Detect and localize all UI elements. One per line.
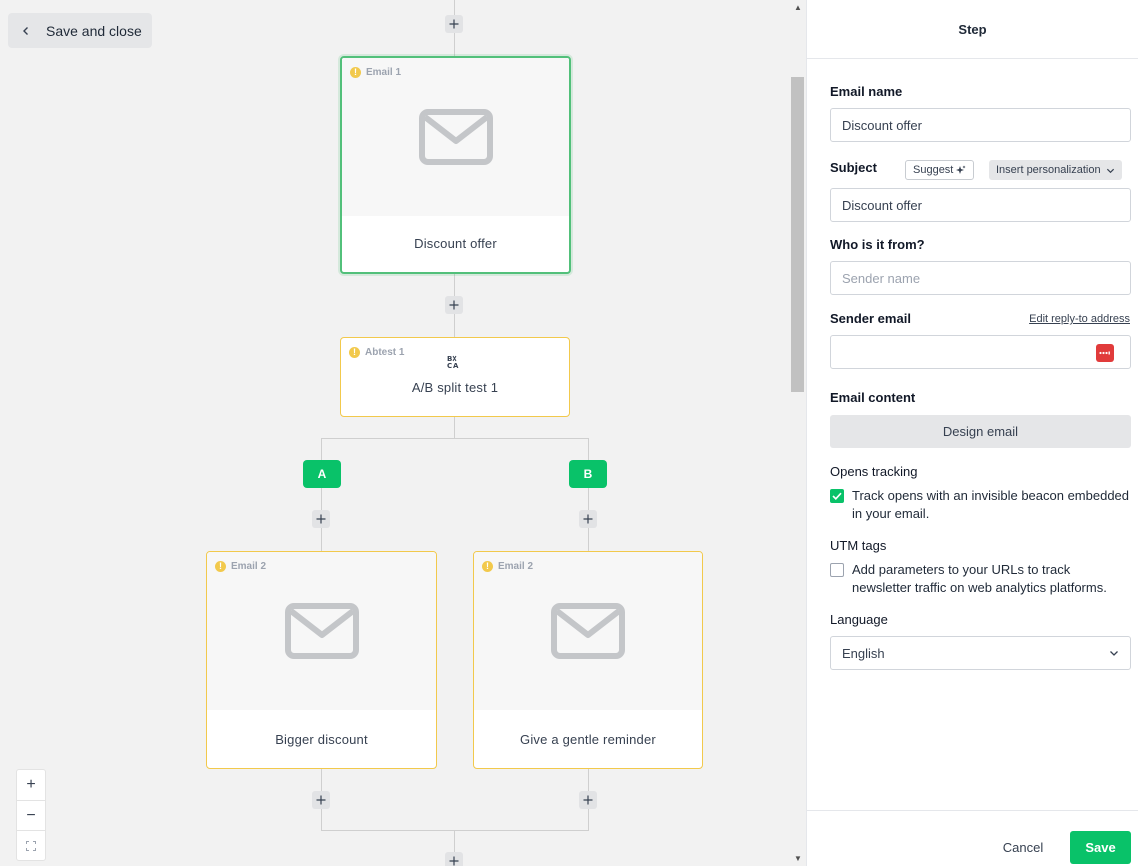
plus-icon	[316, 514, 326, 524]
plus-icon	[449, 19, 459, 29]
plus-icon	[449, 856, 459, 866]
step-settings-panel: Step Email name Discount offer Subject S…	[806, 0, 1138, 866]
checkmark-icon	[832, 492, 842, 500]
design-email-button[interactable]: Design email	[830, 415, 1131, 448]
warning-icon: !	[349, 347, 360, 358]
subject-input[interactable]: Discount offer	[830, 188, 1131, 222]
plus-icon	[583, 795, 593, 805]
utm-label: UTM tags	[830, 538, 887, 553]
flow-canvas[interactable]: Save and close ! Email 1 Discount offer …	[0, 0, 790, 866]
branch-a-badge[interactable]: A	[303, 460, 341, 488]
zoom-in-button[interactable]: +	[17, 770, 45, 800]
step-title: Bigger discount	[275, 731, 368, 747]
step-tag: ! Abtest 1	[349, 347, 404, 358]
svg-text:C: C	[447, 362, 452, 369]
scroll-up-arrow-icon[interactable]: ▲	[790, 3, 806, 12]
panel-title: Step	[807, 0, 1138, 59]
save-button[interactable]: Save	[1070, 831, 1131, 864]
insert-personalization-dropdown[interactable]: Insert personalization	[989, 160, 1122, 180]
connector-line	[454, 416, 455, 438]
email-step-card[interactable]: ! Email 2 Bigger discount	[206, 551, 437, 769]
add-step-button[interactable]	[312, 510, 330, 528]
opens-tracking-option: Track opens with an invisible beacon emb…	[830, 487, 1130, 523]
zoom-out-button[interactable]: −	[17, 800, 45, 830]
language-label: Language	[830, 612, 888, 627]
warning-icon: !	[350, 67, 361, 78]
sender-email-label: Sender email	[830, 311, 911, 326]
step-tag: ! Email 2	[215, 561, 266, 572]
branch-b-badge[interactable]: B	[569, 460, 607, 488]
envelope-icon	[418, 109, 493, 165]
canvas-scrollbar[interactable]: ▲ ▼	[790, 0, 806, 866]
chevron-left-icon	[8, 23, 44, 39]
from-label: Who is it from?	[830, 237, 925, 252]
utm-text: Add parameters to your URLs to track new…	[852, 562, 1107, 595]
edit-reply-to-link[interactable]: Edit reply-to address	[1029, 313, 1130, 325]
add-step-button[interactable]	[579, 510, 597, 528]
step-tag: ! Email 2	[482, 561, 533, 572]
fit-view-button[interactable]	[17, 830, 45, 860]
email-name-label: Email name	[830, 84, 903, 99]
add-step-button[interactable]	[445, 296, 463, 314]
envelope-icon	[551, 603, 625, 659]
email-thumbnail	[474, 552, 702, 710]
email-step-card[interactable]: ! Email 1 Discount offer	[340, 56, 571, 274]
email-step-card[interactable]: ! Email 2 Give a gentle reminder	[473, 551, 703, 769]
scrollbar-thumb[interactable]	[791, 77, 804, 392]
zoom-controls: + −	[16, 769, 46, 861]
save-and-close-button[interactable]: Save and close	[8, 13, 152, 48]
subject-label: Subject	[830, 160, 877, 175]
opens-tracking-text: Track opens with an invisible beacon emb…	[852, 488, 1130, 521]
connector-line	[321, 438, 322, 551]
scroll-down-arrow-icon[interactable]: ▼	[790, 854, 806, 863]
add-step-button[interactable]	[445, 15, 463, 33]
sender-name-input[interactable]: Sender name	[830, 261, 1131, 295]
add-step-button[interactable]	[579, 791, 597, 809]
email-thumbnail	[207, 552, 436, 710]
chevron-down-icon	[1110, 651, 1118, 656]
chevron-down-icon	[1106, 168, 1114, 173]
connector-line	[588, 438, 589, 551]
connector-line	[321, 438, 589, 439]
email-content-label: Email content	[830, 390, 916, 405]
ab-split-icon: B A C	[447, 355, 459, 369]
warning-icon: !	[482, 561, 493, 572]
sparkle-icon	[956, 165, 966, 174]
sender-email-input[interactable]	[830, 335, 1131, 369]
envelope-icon	[284, 603, 359, 659]
password-manager-icon[interactable]	[1096, 344, 1114, 362]
plus-icon	[316, 795, 326, 805]
connector-line	[321, 830, 589, 831]
fit-view-icon	[26, 840, 36, 851]
email-thumbnail	[342, 58, 569, 216]
panel-footer: Cancel Save	[807, 810, 1138, 866]
step-tag: ! Email 1	[350, 67, 401, 78]
add-step-button[interactable]	[312, 791, 330, 809]
save-and-close-label: Save and close	[46, 22, 142, 39]
utm-checkbox[interactable]	[830, 563, 844, 577]
plus-icon	[449, 300, 459, 310]
email-name-input[interactable]: Discount offer	[830, 108, 1131, 142]
step-title: A/B split test 1	[411, 380, 499, 395]
abtest-step-card[interactable]: ! Abtest 1 B A C A/B split test 1	[340, 337, 570, 417]
suggest-button[interactable]: Suggest	[905, 160, 975, 180]
svg-text:A: A	[453, 362, 459, 369]
opens-tracking-label: Opens tracking	[830, 464, 918, 479]
step-title: Discount offer	[414, 235, 497, 251]
opens-tracking-checkbox[interactable]	[830, 489, 844, 503]
language-select[interactable]: English	[830, 636, 1131, 670]
warning-icon: !	[215, 561, 226, 572]
plus-icon	[583, 514, 593, 524]
add-step-button[interactable]	[445, 852, 463, 866]
step-title: Give a gentle reminder	[520, 731, 656, 747]
utm-option: Add parameters to your URLs to track new…	[830, 561, 1130, 597]
cancel-button[interactable]: Cancel	[988, 831, 1058, 863]
